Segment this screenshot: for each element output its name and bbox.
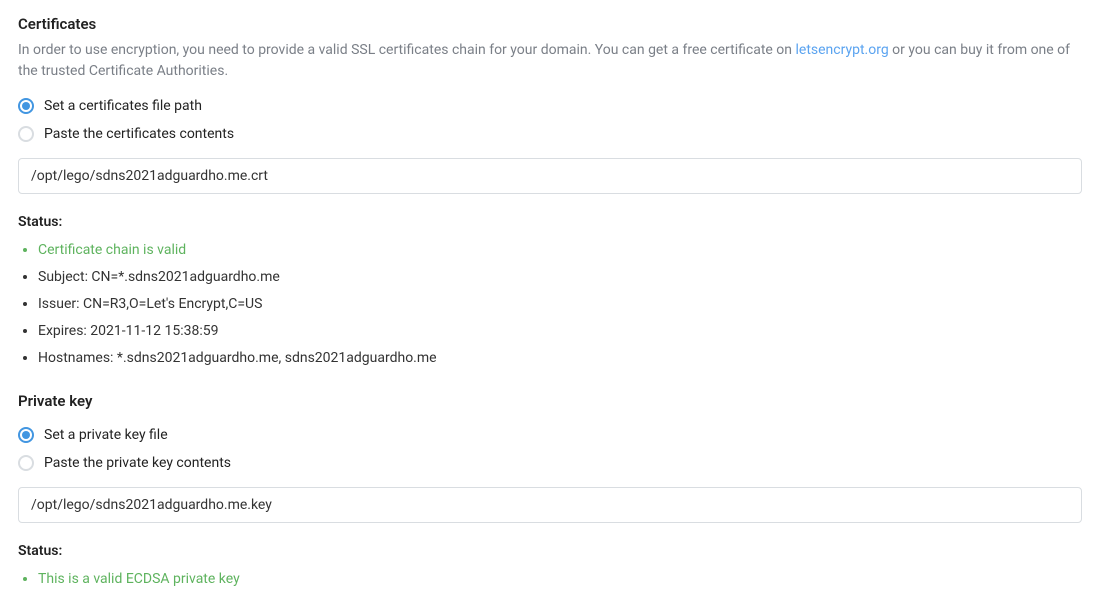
certificates-title: Certificates bbox=[18, 14, 1082, 36]
letsencrypt-link[interactable]: letsencrypt.org bbox=[796, 42, 889, 58]
certificates-section: Certificates In order to use encryption,… bbox=[18, 14, 1082, 369]
cert-status-expires: Expires: 2021-11-12 15:38:59 bbox=[38, 321, 1082, 342]
private-key-radio-group: Set a private key file Paste the private… bbox=[18, 425, 1082, 473]
private-key-section: Private key Set a private key file Paste… bbox=[18, 391, 1082, 590]
radio-icon bbox=[18, 126, 34, 142]
cert-status-hostnames: Hostnames: *.sdns2021adguardho.me, sdns2… bbox=[38, 348, 1082, 369]
cert-status-label: Status: bbox=[18, 212, 1082, 232]
key-radio-paste[interactable]: Paste the private key contents bbox=[18, 453, 1082, 473]
key-status-list: This is a valid ECDSA private key bbox=[18, 569, 1082, 590]
key-status-valid: This is a valid ECDSA private key bbox=[38, 569, 1082, 590]
cert-status-valid: Certificate chain is valid bbox=[38, 240, 1082, 261]
radio-label: Paste the private key contents bbox=[44, 453, 231, 473]
cert-status-list: Certificate chain is valid Subject: CN=*… bbox=[18, 240, 1082, 369]
certificates-radio-group: Set a certificates file path Paste the c… bbox=[18, 96, 1082, 144]
cert-status-issuer: Issuer: CN=R3,O=Let's Encrypt,C=US bbox=[38, 294, 1082, 315]
key-status-label: Status: bbox=[18, 541, 1082, 561]
cert-file-path-input[interactable] bbox=[18, 158, 1082, 194]
private-key-title: Private key bbox=[18, 391, 1082, 413]
radio-label: Paste the certificates contents bbox=[44, 124, 234, 144]
key-radio-file[interactable]: Set a private key file bbox=[18, 425, 1082, 445]
radio-icon bbox=[18, 427, 34, 443]
cert-status-subject: Subject: CN=*.sdns2021adguardho.me bbox=[38, 267, 1082, 288]
cert-radio-file-path[interactable]: Set a certificates file path bbox=[18, 96, 1082, 116]
radio-label: Set a certificates file path bbox=[44, 96, 202, 116]
radio-icon bbox=[18, 455, 34, 471]
certificates-description: In order to use encryption, you need to … bbox=[18, 40, 1078, 82]
key-file-path-input[interactable] bbox=[18, 487, 1082, 523]
desc-text-pre: In order to use encryption, you need to … bbox=[18, 42, 796, 58]
radio-label: Set a private key file bbox=[44, 425, 168, 445]
cert-radio-paste[interactable]: Paste the certificates contents bbox=[18, 124, 1082, 144]
radio-icon bbox=[18, 98, 34, 114]
